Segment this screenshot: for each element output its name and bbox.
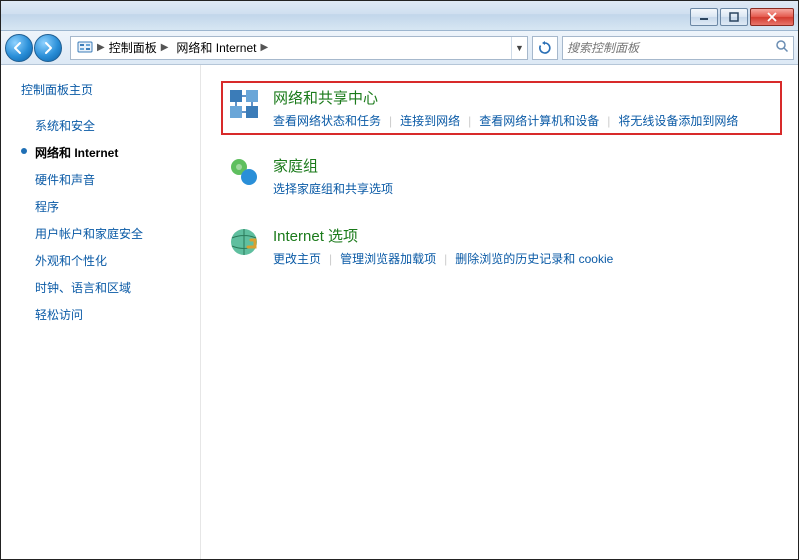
divider: | bbox=[468, 114, 471, 128]
sidebar-item[interactable]: 硬件和声音 bbox=[21, 166, 190, 193]
category-title[interactable]: Internet 选项 bbox=[273, 225, 358, 246]
close-button[interactable] bbox=[750, 8, 794, 26]
search-box[interactable] bbox=[562, 36, 794, 60]
category-icon bbox=[227, 87, 261, 121]
category-body: Internet 选项更改主页 | 管理浏览器加载项 | 删除浏览的历史记录和 cook… bbox=[273, 225, 776, 267]
sidebar-item[interactable]: 系统和安全 bbox=[21, 112, 190, 139]
sidebar-item[interactable]: 时钟、语言和区域 bbox=[21, 274, 190, 301]
maximize-button[interactable] bbox=[720, 8, 748, 26]
navbar: ▶ 控制面板 ▶ 网络和 Internet ▶ ▼ bbox=[1, 31, 798, 65]
search-input[interactable] bbox=[567, 41, 775, 55]
category-title[interactable]: 家庭组 bbox=[273, 155, 318, 176]
breadcrumb-label: 网络和 Internet bbox=[176, 39, 256, 56]
sidebar-item[interactable]: 程序 bbox=[21, 193, 190, 220]
search-icon bbox=[775, 39, 789, 56]
category-link[interactable]: 连接到网络 bbox=[400, 112, 460, 129]
sidebar-list: 系统和安全网络和 Internet硬件和声音程序用户帐户和家庭安全外观和个性化时… bbox=[21, 112, 190, 328]
category-body: 网络和共享中心查看网络状态和任务 | 连接到网络 | 查看网络计算机和设备 | 将无线设备添… bbox=[273, 87, 776, 129]
category-links: 查看网络状态和任务 | 连接到网络 | 查看网络计算机和设备 | 将无线设备添加到网络 bbox=[273, 112, 776, 129]
content: 网络和共享中心查看网络状态和任务 | 连接到网络 | 查看网络计算机和设备 | 将无线设备添… bbox=[201, 65, 798, 559]
category: 家庭组选择家庭组和共享选项 bbox=[221, 149, 782, 203]
chevron-right-icon: ▶ bbox=[97, 42, 105, 53]
control-panel-window: ▶ 控制面板 ▶ 网络和 Internet ▶ ▼ bbox=[1, 1, 798, 559]
category-icon bbox=[227, 155, 261, 189]
sidebar-item[interactable]: 网络和 Internet bbox=[21, 139, 190, 166]
minimize-button[interactable] bbox=[690, 8, 718, 26]
sidebar-item[interactable]: 用户帐户和家庭安全 bbox=[21, 220, 190, 247]
breadcrumb-seg-control-panel[interactable]: 控制面板 ▶ bbox=[105, 37, 173, 59]
divider: | bbox=[389, 114, 392, 128]
divider: | bbox=[444, 252, 447, 266]
category-link[interactable]: 查看网络计算机和设备 bbox=[479, 112, 599, 129]
category: Internet 选项更改主页 | 管理浏览器加载项 | 删除浏览的历史记录和 cook… bbox=[221, 219, 782, 273]
nav-buttons bbox=[5, 34, 62, 62]
sidebar: 控制面板主页 系统和安全网络和 Internet硬件和声音程序用户帐户和家庭安全… bbox=[1, 65, 201, 559]
category-icon bbox=[227, 225, 261, 259]
category-body: 家庭组选择家庭组和共享选项 bbox=[273, 155, 776, 197]
sidebar-item[interactable]: 外观和个性化 bbox=[21, 247, 190, 274]
breadcrumb-seg-network[interactable]: 网络和 Internet ▶ bbox=[172, 37, 272, 59]
back-button[interactable] bbox=[5, 34, 33, 62]
category: 网络和共享中心查看网络状态和任务 | 连接到网络 | 查看网络计算机和设备 | 将无线设备添… bbox=[221, 81, 782, 135]
category-links: 选择家庭组和共享选项 bbox=[273, 180, 776, 197]
control-panel-icon bbox=[75, 38, 95, 58]
category-link[interactable]: 删除浏览的历史记录和 cookie bbox=[455, 250, 613, 267]
category-title[interactable]: 网络和共享中心 bbox=[273, 87, 378, 108]
forward-button[interactable] bbox=[34, 34, 62, 62]
breadcrumb[interactable]: ▶ 控制面板 ▶ 网络和 Internet ▶ ▼ bbox=[70, 36, 528, 60]
category-link[interactable]: 选择家庭组和共享选项 bbox=[273, 180, 393, 197]
category-link[interactable]: 查看网络状态和任务 bbox=[273, 112, 381, 129]
category-link[interactable]: 更改主页 bbox=[273, 250, 321, 267]
chevron-right-icon: ▶ bbox=[260, 42, 268, 53]
breadcrumb-dropdown[interactable]: ▼ bbox=[511, 37, 527, 59]
category-link[interactable]: 将无线设备添加到网络 bbox=[618, 112, 738, 129]
category-links: 更改主页 | 管理浏览器加载项 | 删除浏览的历史记录和 cookie bbox=[273, 250, 776, 267]
body: 控制面板主页 系统和安全网络和 Internet硬件和声音程序用户帐户和家庭安全… bbox=[1, 65, 798, 559]
divider: | bbox=[329, 252, 332, 266]
sidebar-item[interactable]: 轻松访问 bbox=[21, 301, 190, 328]
refresh-button[interactable] bbox=[532, 36, 558, 60]
titlebar bbox=[1, 1, 798, 31]
divider: | bbox=[607, 114, 610, 128]
breadcrumb-label: 控制面板 bbox=[109, 39, 157, 56]
category-link[interactable]: 管理浏览器加载项 bbox=[340, 250, 436, 267]
chevron-right-icon: ▶ bbox=[161, 42, 169, 53]
sidebar-home[interactable]: 控制面板主页 bbox=[21, 81, 190, 98]
